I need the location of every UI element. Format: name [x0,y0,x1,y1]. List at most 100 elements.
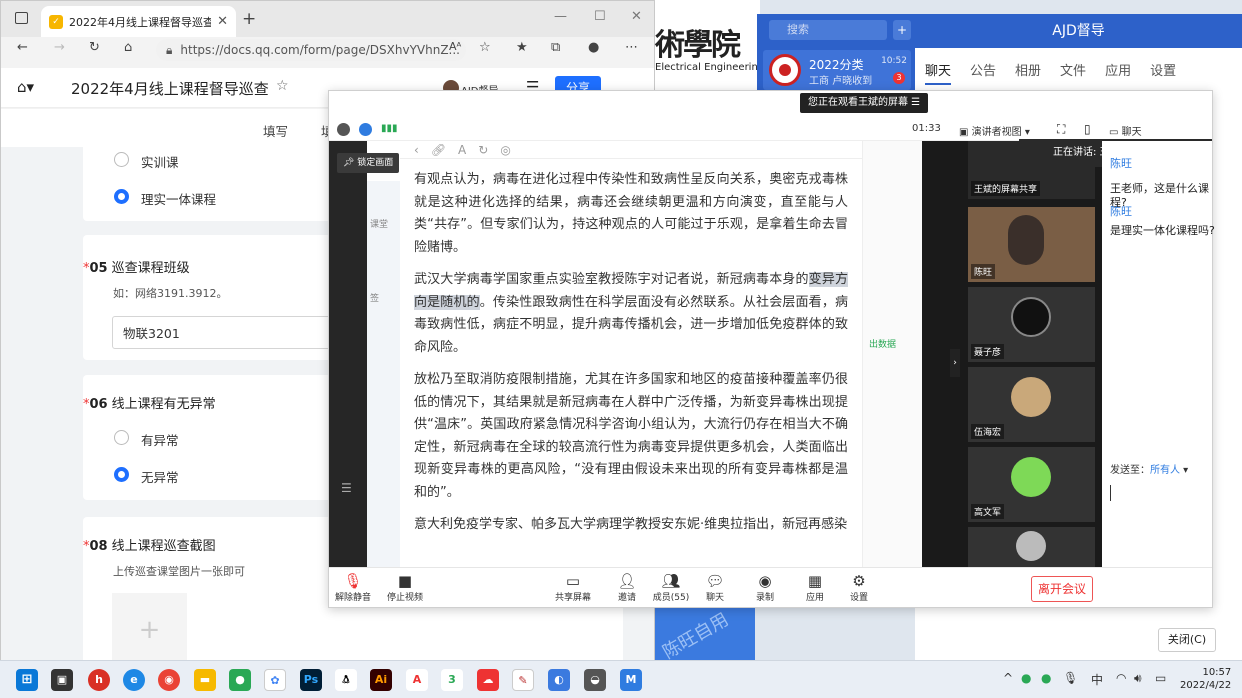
tencent-icon[interactable]: ◐ [548,669,570,691]
unmute-button[interactable]: 🎙︎ 解除静音 [331,572,375,603]
scroll-down-icon[interactable] [1016,531,1046,561]
settings-button[interactable]: ⚙︎ 设置 [837,572,881,603]
radio-option-abnormal[interactable] [114,430,129,445]
photoshop-icon[interactable]: Ps [300,669,322,691]
edge-icon[interactable]: e [123,669,145,691]
class-input[interactable]: 物联3201 [112,316,352,349]
photos-icon[interactable]: ✿ [264,669,286,691]
apps-button[interactable]: ▦ 应用 [793,572,837,603]
close-tab-icon[interactable]: ✕ [217,14,228,29]
tab-apps[interactable]: 应用 [1105,60,1131,85]
send-to-select[interactable]: 发送至：所有人 ▾ [1110,461,1188,476]
tab-actions-icon[interactable] [15,12,28,24]
list-icon[interactable]: ☰ [341,481,352,495]
link-icon[interactable]: 🔗︎ [431,143,446,157]
acrobat-icon[interactable]: A [406,669,428,691]
system-clock[interactable]: 10:57 2022/4/22 [1180,666,1231,692]
chat-button[interactable]: 💬︎ 聊天 [693,572,737,603]
paint-icon[interactable]: ✎ [512,669,534,691]
compass-icon[interactable]: ◎ [500,143,510,157]
wework-close-button[interactable]: 关闭(C) [1158,628,1216,652]
members-button[interactable]: 👥︎ 成员(55) [649,572,693,603]
taskview-icon[interactable]: ▣ [51,669,73,691]
leave-meeting-button[interactable]: 离开会议 [1031,576,1093,602]
favorites-icon[interactable]: ★ [516,40,528,55]
app-3-icon[interactable]: 3 [441,669,463,691]
tab-settings[interactable]: 设置 [1150,60,1176,85]
option-label: 无异常 [141,470,179,485]
wework-search-input[interactable]: 搜索 [769,20,887,40]
radio-option-0[interactable] [114,152,129,167]
illustrator-icon[interactable]: Ai [370,669,392,691]
more-menu-icon[interactable]: ⋯ [625,40,638,55]
video-tile[interactable] [968,527,1095,567]
ime-indicator[interactable]: 中 [1091,671,1103,688]
tray-wechat-icon[interactable]: ● [1041,671,1051,685]
address-bar[interactable]: 🔒︎ https://docs.qq.com/form/page/DSXhvYV… [156,39,466,61]
layout-icon[interactable]: ▯ [1084,122,1091,136]
wechat-icon[interactable]: ● [229,669,251,691]
refresh-icon[interactable]: ↻ [478,143,488,157]
tab-fill[interactable]: 填写 [263,121,288,140]
info-icon[interactable] [337,123,350,136]
browser-tab-title: 2022年4月线上课程督导巡查 [69,15,212,29]
share-screen-button[interactable]: ▭ 共享屏幕 [551,572,595,603]
tray-app-icon[interactable]: ● [1021,671,1031,685]
invite-button[interactable]: 👤︎ 邀请 [605,572,649,603]
start-icon[interactable]: ⊞ [16,669,38,691]
forward-icon[interactable]: → [54,40,65,55]
tencent-meeting-window: 您正在观看王斌的屏幕 ☰ ▮▮▮ 01:33 ▣ 演讲者视图 ▾ ⛶ ▯ ▭ 聊… [328,90,1215,608]
radio-option-normal-selected[interactable] [114,467,129,482]
collections-icon[interactable]: ⧉ [551,40,560,55]
read-aloud-icon[interactable]: Aᴬ [449,40,461,53]
tab-files[interactable]: 文件 [1060,60,1086,85]
wework-add-icon[interactable]: + [893,20,911,40]
fullscreen-icon[interactable]: ⛶ [1057,122,1065,137]
video-tile[interactable]: 高文军 [968,447,1095,522]
profile-avatar-icon[interactable]: ● [588,40,599,55]
view-mode-select[interactable]: ▣ 演讲者视图 ▾ [959,123,1030,138]
refresh-icon[interactable]: ↻ [89,40,100,55]
video-tile[interactable]: 伍海宏 [968,367,1095,442]
video-tile[interactable]: 聂子彦 [968,287,1095,362]
tray-chevron-icon[interactable]: ^ [1003,671,1013,685]
browser-tab-active[interactable]: ✓ 2022年4月线上课程督导巡查 ✕ [41,6,236,37]
back-icon[interactable]: ← [17,40,28,55]
new-tab-icon[interactable]: + [242,9,256,29]
font-icon[interactable]: A [458,143,466,157]
chrome-icon[interactable]: ◉ [158,669,180,691]
minimize-icon[interactable]: — [554,9,567,24]
maximize-icon[interactable]: ☐ [594,9,606,24]
radio-option-1-selected[interactable] [114,189,129,204]
lock-screen-tip[interactable]: 📌︎ 锁定画面 [337,153,400,173]
tab-notice[interactable]: 公告 [970,60,996,85]
add-favorite-icon[interactable]: ☆ [479,40,491,55]
tab-album[interactable]: 相册 [1015,60,1041,85]
wework-conversation-item[interactable]: 2022分类 工商 卢晓收到 10:52 3 [763,50,911,90]
signal-icon[interactable]: ▮▮▮ [381,123,398,134]
doc-home-icon[interactable]: ⌂▾ [17,78,34,96]
chat-toggle[interactable]: ▭ 聊天 [1109,123,1142,138]
tray-mic-icon[interactable]: 🎙︎ [1063,671,1078,685]
stop-video-button[interactable]: ■ 停止视频 [383,572,427,603]
upload-image-button[interactable]: + [112,593,187,668]
volume-icon[interactable]: 🔊︎ [1134,671,1142,686]
chat-input[interactable] [1110,485,1111,501]
battery-icon[interactable]: ▭ [1155,671,1166,685]
star-doc-icon[interactable]: ☆ [276,78,289,94]
app-icon[interactable]: ◒ [584,669,606,691]
file-explorer-icon[interactable]: ▬ [194,669,216,691]
back-icon[interactable]: ‹ [414,143,419,157]
wifi-icon[interactable]: ◠ [1116,671,1126,685]
qq-icon[interactable]: 🐧︎ [335,669,357,691]
home-icon[interactable]: ⌂ [124,40,132,55]
tab-chat[interactable]: 聊天 [925,60,952,85]
app-hp-icon[interactable]: h [88,669,110,691]
close-window-icon[interactable]: ✕ [631,9,642,24]
expand-arrow-icon[interactable]: › [950,349,960,377]
tencent-meeting-icon[interactable]: M [620,669,642,691]
security-shield-icon[interactable] [359,123,372,136]
baidu-netdisk-icon[interactable]: ☁ [477,669,499,691]
record-button[interactable]: ◉ 录制 [743,572,787,603]
video-tile[interactable]: 陈旺 [968,207,1095,282]
